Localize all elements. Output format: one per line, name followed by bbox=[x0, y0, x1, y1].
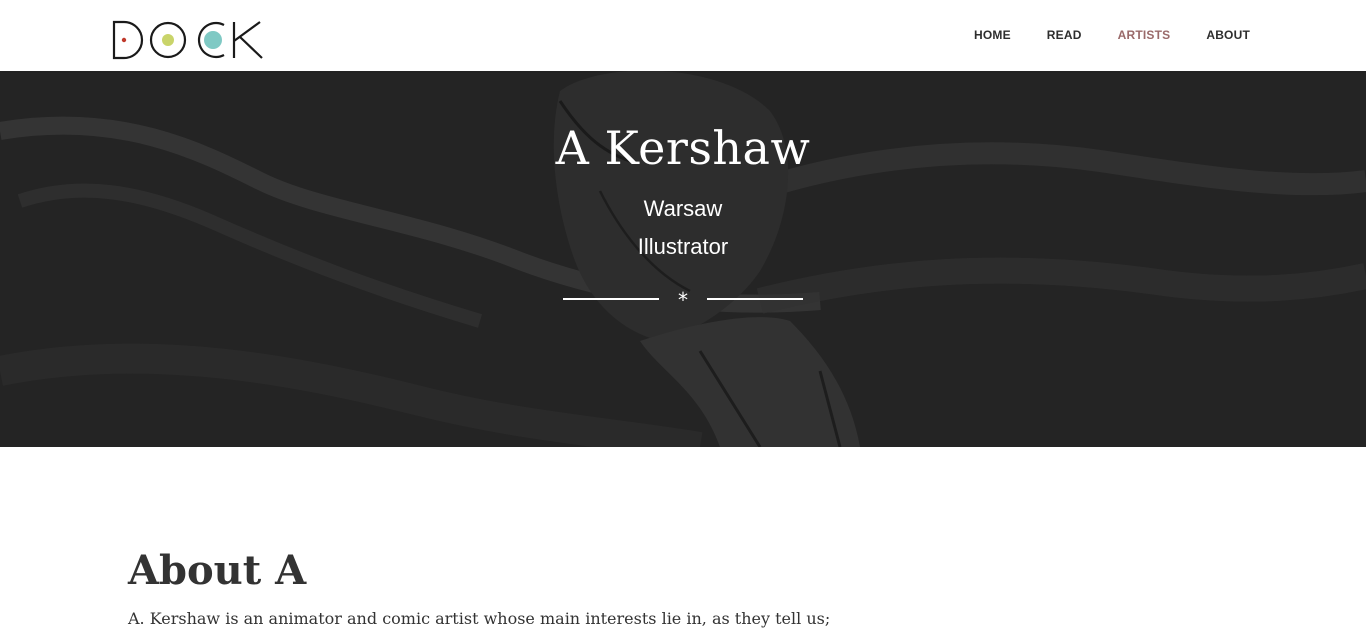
main-nav: HOME READ ARTISTS ABOUT bbox=[938, 26, 1250, 44]
artist-hero-banner: A Kershaw Warsaw Illustrator * bbox=[0, 71, 1366, 447]
about-intro-text: A. Kershaw is an animator and comic arti… bbox=[128, 609, 831, 628]
nav-read[interactable]: READ bbox=[1047, 26, 1082, 44]
dock-logo[interactable] bbox=[112, 20, 264, 60]
artist-city: Warsaw bbox=[643, 196, 723, 221]
hero-divider: * bbox=[563, 288, 803, 312]
nav-home[interactable]: HOME bbox=[974, 26, 1011, 44]
artist-role: Illustrator bbox=[637, 234, 729, 259]
dock-logo-mark bbox=[112, 20, 263, 60]
asterisk-icon: * bbox=[678, 288, 688, 312]
divider-line-right bbox=[707, 298, 803, 300]
nav-about[interactable]: ABOUT bbox=[1206, 26, 1250, 44]
nav-artists[interactable]: ARTISTS bbox=[1118, 26, 1171, 44]
artist-name: A Kershaw bbox=[555, 121, 811, 175]
site-header: HOME READ ARTISTS ABOUT bbox=[0, 0, 1366, 71]
about-heading: About A bbox=[128, 547, 307, 594]
